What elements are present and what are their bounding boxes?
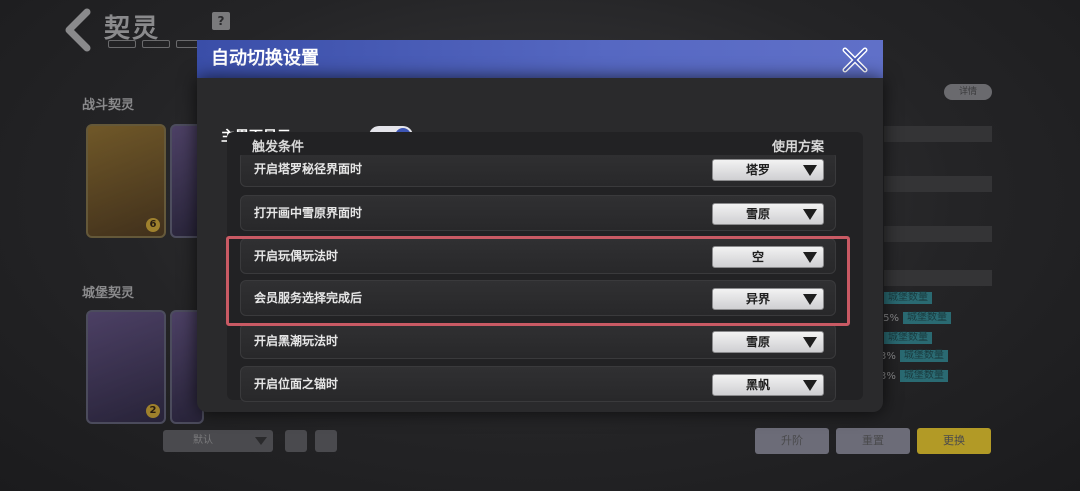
dialog-header: 自动切换设置 xyxy=(197,40,883,78)
scheme-dropdown[interactable]: 塔罗 xyxy=(712,159,824,181)
scheme-dropdown[interactable]: 雪原 xyxy=(712,331,824,353)
scheme-dropdown[interactable]: 雪原 xyxy=(712,203,824,225)
info-bar xyxy=(884,226,992,242)
condition-label: 开启塔罗秘径界面时 xyxy=(254,162,363,176)
dropdown-triangle-icon xyxy=(255,437,267,445)
condition-label: 打开画中雪原界面时 xyxy=(254,206,363,220)
col-trigger-header: 触发条件 xyxy=(252,140,305,155)
stat-row: 3% 城堡数量 xyxy=(880,370,948,382)
detail-pill[interactable]: 详情 xyxy=(944,84,992,100)
info-bar xyxy=(884,176,992,192)
back-arrow-icon xyxy=(65,8,91,52)
stat-row: 3% 城堡数量 xyxy=(880,350,948,362)
upgrade-button[interactable]: 升阶 xyxy=(755,428,829,454)
guard-card-1[interactable]: 2 xyxy=(86,310,166,424)
dropdown-triangle-icon xyxy=(803,380,817,391)
condition-label: 开启黑潮玩法时 xyxy=(254,334,339,348)
edit-icon[interactable] xyxy=(285,430,307,452)
info-bar xyxy=(884,270,992,286)
card-level-badge: 2 xyxy=(146,404,160,418)
section-guard-title: 城堡契灵 xyxy=(82,286,135,301)
battle-card-1[interactable]: 6 xyxy=(86,124,166,238)
reset-button[interactable]: 重置 xyxy=(836,428,910,454)
condition-row-snowfield: 打开画中雪原界面时 雪原 xyxy=(240,195,836,231)
stat-row: 城堡数量 xyxy=(880,292,932,304)
replace-button[interactable]: 更换 xyxy=(917,428,991,454)
condition-row-tarot: 开启塔罗秘径界面时 塔罗 xyxy=(240,155,836,187)
back-button[interactable] xyxy=(56,6,100,54)
dialog-title: 自动切换设置 xyxy=(211,48,319,69)
info-bar xyxy=(884,126,992,142)
dropdown-triangle-icon xyxy=(803,165,817,176)
close-x-icon xyxy=(842,47,868,73)
stat-row: .5% 城堡数量 xyxy=(880,312,952,324)
condition-row-anchor: 开启位面之锚时 黑帆 xyxy=(240,366,836,402)
card-level-badge: 6 xyxy=(146,218,160,232)
condition-label: 开启位面之锚时 xyxy=(254,377,339,391)
dropdown-triangle-icon xyxy=(803,209,817,220)
help-icon[interactable]: ? xyxy=(212,12,230,30)
page-subtabs xyxy=(108,40,204,48)
section-battle-title: 战斗契灵 xyxy=(82,98,135,113)
close-button[interactable] xyxy=(839,44,871,76)
condition-row-blacktide: 开启黑潮玩法时 雪原 xyxy=(240,323,836,359)
scheme-dropdown[interactable]: 黑帆 xyxy=(712,374,824,396)
dropdown-triangle-icon xyxy=(803,337,817,348)
stat-row: 城堡数量 xyxy=(880,332,932,344)
auto-switch-dialog: 自动切换设置 主界面显示 触发条件 使用方案 开启塔罗秘径界面时 塔罗 打开画中… xyxy=(197,40,883,412)
scheme-select[interactable]: 默认 xyxy=(163,430,273,452)
gear-icon[interactable] xyxy=(315,430,337,452)
col-scheme-header: 使用方案 xyxy=(772,140,825,155)
highlight-annotation xyxy=(226,236,850,326)
